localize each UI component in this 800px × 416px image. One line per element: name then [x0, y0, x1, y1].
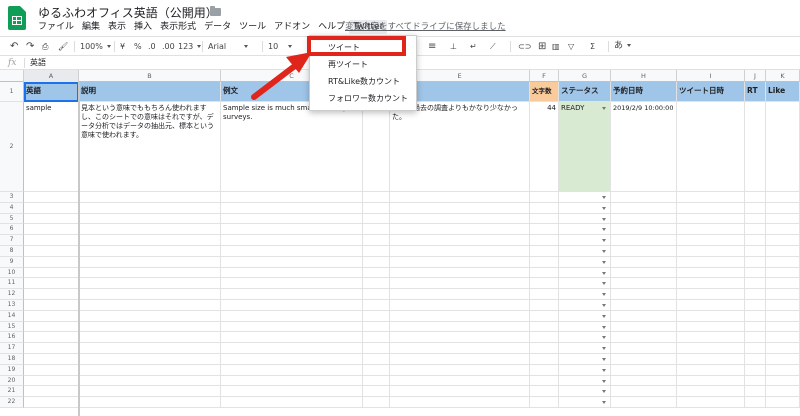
annotation-arrow-icon — [251, 52, 312, 100]
annotation-highlight-box — [307, 36, 406, 56]
